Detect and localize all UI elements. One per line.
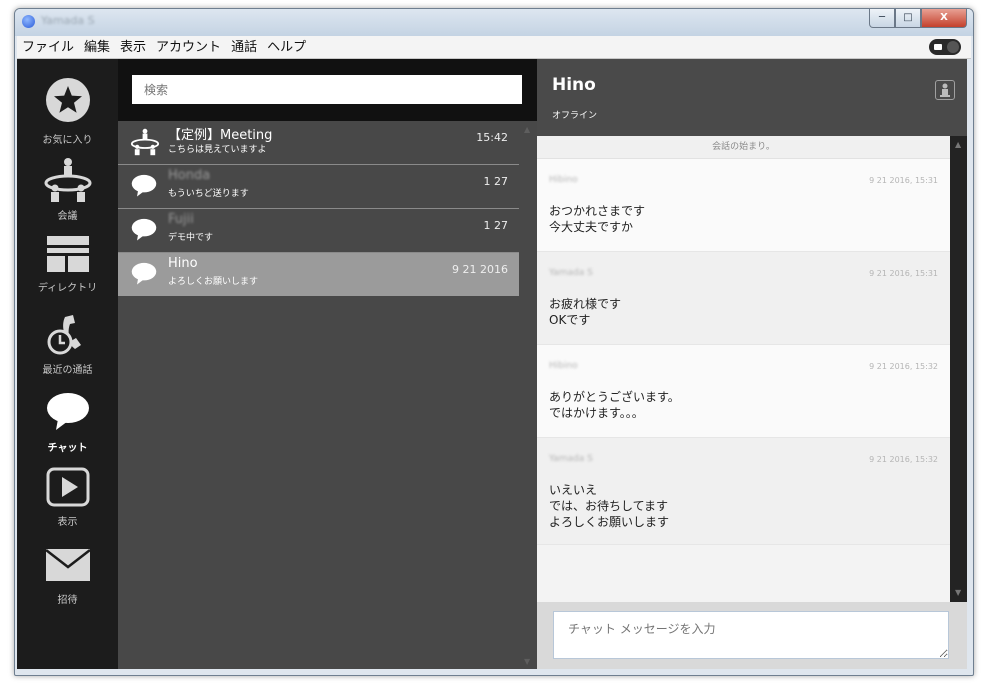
chat-scrollbar[interactable]: ▲ ▼ (950, 136, 967, 602)
sidebar-item-label: 招待 (57, 595, 78, 606)
conversation-item-selected[interactable]: Hino よろしくお願いします 9 21 2016 (118, 253, 519, 296)
sidebar-item-label: 表示 (57, 517, 78, 528)
sidebar-item-label: ディレクトリ (37, 283, 98, 294)
conversation-time: 15:42 (476, 131, 508, 144)
conversation-preview: デモ中です (168, 233, 214, 243)
close-button[interactable]: X (921, 9, 967, 28)
sidebar-item-invite[interactable]: 招待 (17, 547, 118, 606)
sidebar-item-chat[interactable]: チャット (17, 391, 118, 454)
message-text: ありがとうございます。 ではかけます。。。 (549, 390, 680, 420)
message-timestamp: 9 21 2016, 15:32 (869, 362, 938, 371)
message-timestamp: 9 21 2016, 15:31 (869, 176, 938, 185)
conversation-name: Honda (168, 168, 211, 183)
maximize-button[interactable]: □ (895, 9, 921, 28)
search-input[interactable] (132, 75, 522, 104)
chat-contact-name: Hino (552, 75, 596, 95)
conversation-list-panel: 【定例】Meeting こちらは見えていますよ 15:42 Honda もういち… (118, 59, 537, 669)
chat-icon (46, 393, 89, 430)
message-text: いえいえ では、お待ちしてます よろしくお願いします (549, 483, 670, 529)
chat-contact-status: オフライン (552, 111, 598, 121)
conversation-name: Fujii (168, 212, 194, 227)
message-item: Hibino 9 21 2016, 15:31 おつかれさまです 今大丈夫ですか (537, 159, 950, 252)
chat-scroll-down-icon[interactable]: ▼ (955, 588, 961, 597)
star-icon (45, 78, 90, 122)
envelope-icon (44, 549, 91, 581)
sidebar-item-label: チャット (47, 443, 88, 454)
message-text: お疲れ様です OKです (549, 297, 622, 327)
title-bar: Yamada S ─ □ X (15, 9, 973, 36)
message-composer (537, 602, 967, 669)
conversation-item[interactable]: 【定例】Meeting こちらは見えていますよ 15:42 (118, 121, 519, 165)
conversation-preview: よろしくお願いします (168, 277, 259, 287)
conversation-time: 1 27 (483, 175, 509, 188)
sidebar-item-view[interactable]: 表示 (17, 467, 118, 528)
contact-info-button[interactable] (935, 80, 955, 100)
chat-icon (131, 262, 157, 285)
message-item: Yamada S 9 21 2016, 15:32 いえいえ では、お待ちしてま… (537, 438, 950, 545)
chat-icon (131, 174, 157, 197)
chat-header: Hino オフライン (537, 59, 967, 136)
conversation-name: Hino (168, 256, 198, 271)
conversation-start-notice: 会話の始まり。 (537, 136, 950, 159)
message-sender: Hibino (549, 175, 578, 185)
conversation-time: 1 27 (483, 219, 509, 232)
message-list: 会話の始まり。 Hibino 9 21 2016, 15:31 おつかれさまです… (537, 136, 950, 602)
minimize-button[interactable]: ─ (869, 9, 895, 28)
message-text: おつかれさまです 今大丈夫ですか (549, 204, 646, 234)
chat-panel: Hino オフライン 会話の始まり。 Hibino 9 21 2016, 15:… (537, 59, 967, 669)
conversation-item[interactable]: Honda もういちど送ります 1 27 (118, 165, 519, 209)
conversation-time: 9 21 2016 (452, 263, 508, 276)
person-icon (940, 83, 950, 97)
main-area: お気に入り 会議 ディレクトリ 最近の通話 チャット 表示 招待 検索 【定例】… (17, 59, 967, 669)
directory-icon (46, 236, 89, 272)
message-item: Yamada S 9 21 2016, 15:31 お疲れ様です OKです (537, 252, 950, 345)
sidebar: お気に入り 会議 ディレクトリ 最近の通話 チャット 表示 招待 (17, 59, 118, 669)
chat-message-input[interactable] (553, 611, 949, 659)
window-title: Yamada S (41, 14, 95, 27)
video-toggle[interactable] (929, 39, 961, 55)
recent-calls-icon (47, 315, 81, 355)
message-sender: Yamada S (549, 454, 593, 464)
menu-bar: ファイル 編集 表示 アカウント 通話 ヘルプ (17, 36, 971, 59)
message-timestamp: 9 21 2016, 15:32 (869, 455, 938, 464)
toggle-knob (947, 41, 959, 53)
meeting-icon (130, 128, 160, 156)
sidebar-item-directory[interactable]: ディレクトリ (17, 235, 118, 294)
menu-view[interactable]: 表示 (115, 37, 151, 59)
conversation-name: 【定例】Meeting (168, 128, 273, 143)
sidebar-item-label: 最近の通話 (42, 365, 93, 376)
sidebar-item-recent-calls[interactable]: 最近の通話 (17, 311, 118, 376)
meeting-icon (44, 158, 91, 202)
menu-help[interactable]: ヘルプ (262, 37, 311, 59)
menu-call[interactable]: 通話 (226, 37, 262, 59)
message-item: Hibino 9 21 2016, 15:32 ありがとうございます。 ではかけ… (537, 345, 950, 438)
chat-scroll-up-icon[interactable]: ▲ (955, 140, 961, 149)
search-bar (118, 59, 537, 121)
list-scroll-down-icon[interactable]: ▼ (524, 657, 530, 666)
conversation-item[interactable]: Fujii デモ中です 1 27 (118, 209, 519, 253)
conversation-preview: もういちど送ります (168, 189, 249, 199)
chat-icon (131, 218, 157, 241)
app-window: Yamada S ─ □ X ファイル 編集 表示 アカウント 通話 ヘルプ お気に入り … (14, 8, 974, 676)
sidebar-item-favorites[interactable]: お気に入り (17, 77, 118, 146)
play-icon (46, 467, 89, 507)
menu-edit[interactable]: 編集 (79, 37, 115, 59)
menu-account[interactable]: アカウント (151, 37, 226, 59)
list-scroll-up-icon[interactable]: ▲ (524, 125, 530, 134)
menu-file[interactable]: ファイル (17, 37, 79, 59)
sidebar-item-meeting[interactable]: 会議 (17, 157, 118, 222)
camera-icon (934, 44, 942, 50)
message-sender: Yamada S (549, 268, 593, 278)
sidebar-item-label: 会議 (57, 211, 78, 222)
message-sender: Hibino (549, 361, 578, 371)
app-logo-icon (22, 15, 35, 28)
sidebar-item-label: お気に入り (42, 135, 93, 146)
conversation-preview: こちらは見えていますよ (168, 145, 267, 155)
message-timestamp: 9 21 2016, 15:31 (869, 269, 938, 278)
